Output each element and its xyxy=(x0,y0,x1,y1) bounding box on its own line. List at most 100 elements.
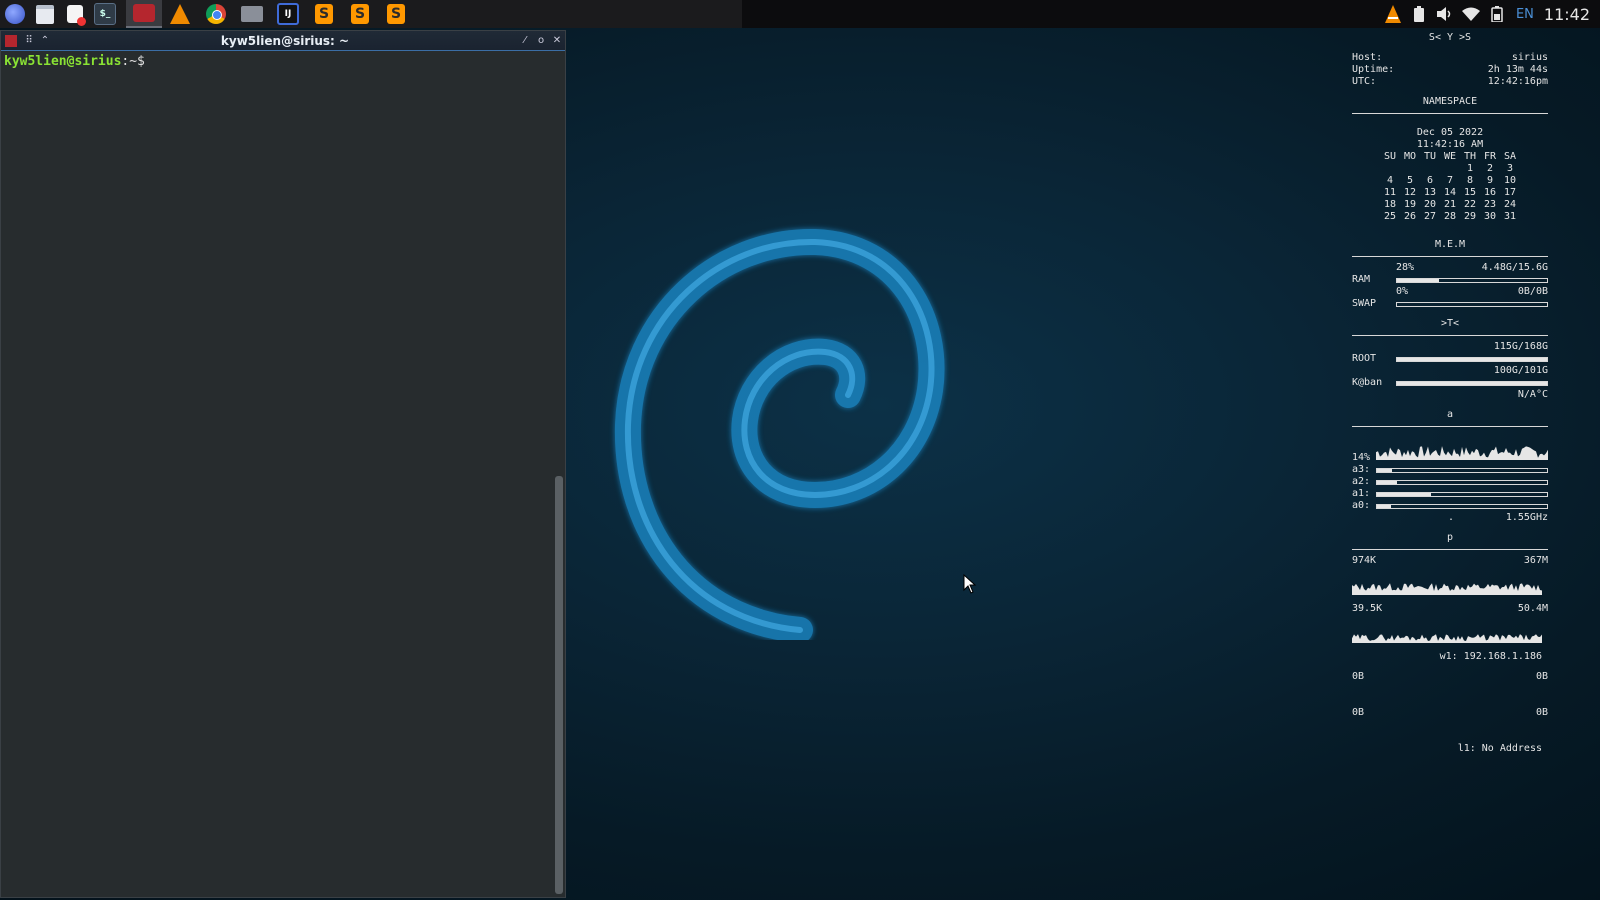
calendar-day: 25 xyxy=(1383,211,1397,222)
download-rate: 974K xyxy=(1352,555,1377,566)
debian-swirl-wallpaper xyxy=(614,228,945,640)
calendar-day: 31 xyxy=(1503,211,1517,222)
calendar-day: 28 xyxy=(1443,211,1457,222)
maximize-icon[interactable]: o xyxy=(533,35,549,46)
wifi-icon[interactable] xyxy=(1460,5,1482,23)
volume-icon[interactable] xyxy=(1434,5,1456,23)
terminal-content[interactable]: kyw5lien@sirius:~$ xyxy=(1,51,565,72)
ram-usage: 4.48G/15.6G xyxy=(1481,262,1548,273)
sublime-text-button[interactable]: S xyxy=(342,0,378,28)
cpu-core-row: a3: xyxy=(1352,464,1548,476)
calendar-day xyxy=(1440,163,1460,175)
calendar-day: 16 xyxy=(1483,187,1497,198)
clipboard-icon[interactable] xyxy=(1408,5,1430,23)
lan-address: l1: No Address xyxy=(1457,743,1542,754)
cpu-graph xyxy=(1376,446,1548,460)
memory-title: M.E.M xyxy=(1434,239,1466,250)
calendar-day: 22 xyxy=(1463,199,1477,210)
terminal-window-icon[interactable] xyxy=(5,34,17,47)
conky-system-monitor: S< Y >S Host: sirius Uptime: 2h 13m 44s UT… xyxy=(1352,32,1548,755)
wlan-up: 0B xyxy=(1535,671,1548,682)
download-total: 367M xyxy=(1523,555,1548,566)
vlc-tray-icon[interactable] xyxy=(1382,5,1404,23)
host-value: sirius xyxy=(1511,52,1548,63)
cpu-core-label: a1: xyxy=(1352,488,1371,499)
shade-icon[interactable]: ⌃ xyxy=(37,35,53,46)
network-title: p xyxy=(1446,532,1454,543)
calendar-day: 7 xyxy=(1446,175,1454,186)
panel-clock[interactable]: 11:42 xyxy=(1544,5,1590,24)
top-panel: $_ IJ S S S EN 11:42 xyxy=(0,0,1600,28)
calendar-day: 8 xyxy=(1466,175,1474,186)
cpu-core-bar xyxy=(1376,491,1548,497)
calendar-weekday: TU xyxy=(1423,151,1437,162)
root-bar xyxy=(1396,356,1548,362)
folder-button[interactable] xyxy=(234,0,270,28)
terminal-window-task-button[interactable] xyxy=(126,0,162,28)
utc-value: 12:42:16pm xyxy=(1487,76,1548,87)
keyboard-layout[interactable]: EN xyxy=(1516,7,1534,22)
root-usage: 115G/168G xyxy=(1493,341,1548,352)
wlan-address: w1: 192.168.1.186 xyxy=(1439,651,1542,662)
calendar-day: 2 xyxy=(1486,163,1494,174)
cpu-core-label: a2: xyxy=(1352,476,1371,487)
calendar-weekday: SU xyxy=(1383,151,1397,162)
intellij-icon: IJ xyxy=(277,3,299,25)
namespace-title: NAMESPACE xyxy=(1422,96,1478,107)
cpu-dot: . xyxy=(1448,512,1455,523)
folder-icon xyxy=(241,6,263,22)
terminal-titlebar[interactable]: ⠿ ⌃ kyw5lien@sirius: ~ ⁄ o ✕ xyxy=(1,31,565,51)
divider xyxy=(1352,256,1548,257)
window-title: kyw5lien@sirius: ~ xyxy=(220,33,350,48)
battery-icon[interactable] xyxy=(1486,5,1508,23)
upload-rate: 39.5K xyxy=(1352,603,1383,614)
whisker-menu-button[interactable] xyxy=(0,0,30,28)
calendar-day xyxy=(1420,163,1440,175)
vlc-icon xyxy=(170,4,190,24)
host-label: Host: xyxy=(1352,52,1383,63)
calendar-day xyxy=(1380,163,1400,175)
calendar-day: 1 xyxy=(1466,163,1474,174)
cpu-percent: 14% xyxy=(1352,452,1371,463)
close-icon[interactable]: ✕ xyxy=(549,35,565,46)
divider xyxy=(1352,549,1548,550)
sublime-text-button[interactable]: S xyxy=(378,0,414,28)
root-label: ROOT xyxy=(1352,353,1377,364)
calendar-day: 17 xyxy=(1503,187,1517,198)
calendar-day: 15 xyxy=(1463,187,1477,198)
calendar: SU MO TU WE TH FR SA 1 2 3 4 5 6 7 8 9 10 11 12 13 14 15 16 17 1… xyxy=(1352,151,1548,223)
calendar-day: 19 xyxy=(1403,199,1417,210)
cpu-frequency: 1.55GHz xyxy=(1505,512,1548,523)
kban-label: K@ban xyxy=(1352,377,1383,388)
calendar-day: 13 xyxy=(1423,187,1437,198)
terminal-launcher-button[interactable]: $_ xyxy=(90,0,120,28)
ram-percent: 28% xyxy=(1396,262,1415,273)
utc-label: UTC: xyxy=(1352,76,1377,87)
calendar-day: 21 xyxy=(1443,199,1457,210)
terminal-scrollbar[interactable] xyxy=(555,476,563,894)
cpu-core-row: a2: xyxy=(1352,476,1548,488)
minimize-icon[interactable]: ⁄ xyxy=(517,35,533,46)
sublime-text-button[interactable]: S xyxy=(306,0,342,28)
chrome-button[interactable] xyxy=(198,0,234,28)
intellij-button[interactable]: IJ xyxy=(270,0,306,28)
window-menu-icon[interactable]: ⠿ xyxy=(21,35,37,46)
file-manager-button[interactable] xyxy=(30,0,60,28)
terminal-window-task-icon xyxy=(133,4,155,22)
disk-temp: N/A°C xyxy=(1517,389,1548,400)
wlan-down: 0B xyxy=(1352,671,1365,682)
terminal-launcher-icon: $_ xyxy=(94,3,116,25)
calendar-day: 18 xyxy=(1383,199,1397,210)
terminal-window[interactable]: ⠿ ⌃ kyw5lien@sirius: ~ ⁄ o ✕ kyw5lien@si… xyxy=(0,30,566,898)
sublime-text-icon: S xyxy=(387,4,405,24)
chrome-icon xyxy=(206,4,226,24)
calendar-weekday: WE xyxy=(1443,151,1457,162)
calendar-day: 30 xyxy=(1483,211,1497,222)
vlc-button[interactable] xyxy=(162,0,198,28)
cpu-cores: a3: a2: a1: a0: xyxy=(1352,464,1548,512)
mail-button[interactable] xyxy=(60,0,90,28)
divider xyxy=(1352,335,1548,336)
calendar-day: 4 xyxy=(1386,175,1394,186)
calendar-day: 6 xyxy=(1426,175,1434,186)
swap-bar xyxy=(1396,301,1548,307)
